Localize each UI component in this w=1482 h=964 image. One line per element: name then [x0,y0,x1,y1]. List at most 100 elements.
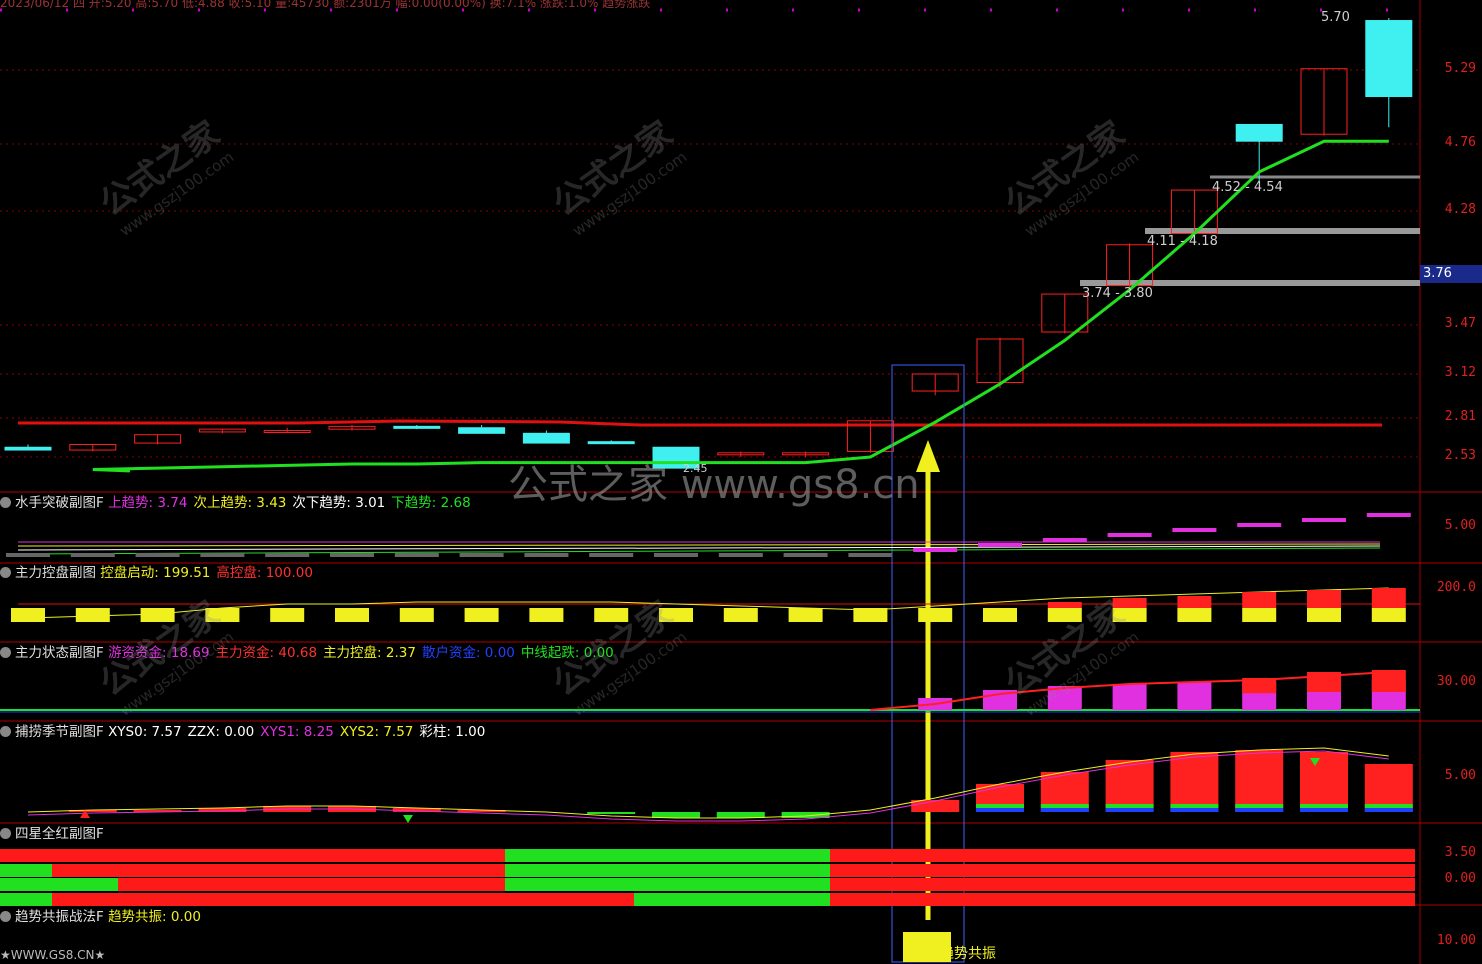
panel-name: 主力状态副图F [15,645,109,661]
season-bar-green [1364,804,1413,808]
season-bar-green [1235,804,1284,808]
p1-bar [265,553,310,557]
indicator-value: 主力控盘: 2.37 [323,645,416,661]
season-bar [587,812,636,814]
p5-tick: 3.50 [1444,845,1476,860]
info-strip: 2023/06/12 四 开:5.20 高:5.70 低:4.88 收:5.10… [0,0,651,10]
control-bar-yellow [1177,608,1212,622]
panel-toggle-icon[interactable] [0,828,11,839]
panel-toggle-icon[interactable] [0,567,11,578]
candle-body [522,432,570,444]
season-bar-green [976,804,1024,808]
p1-bar [1302,518,1346,522]
p1-bar [1366,513,1411,517]
four-star-bar [118,878,505,891]
indicator-value: ZZX: 0.00 [187,724,255,740]
control-bar-yellow [335,608,369,622]
control-bar-red [1307,590,1341,608]
control-bar-yellow [270,608,305,622]
control-bar-yellow [788,608,823,622]
control-bar-yellow [853,608,888,622]
four-star-bar [52,893,634,906]
four-star-bar [0,893,52,906]
trend-line-series [17,545,1381,551]
p1-bar [524,553,569,557]
control-bar-yellow [1371,608,1406,622]
control-bar-yellow [140,608,175,622]
indicator-value: 中线起跌: 0.00 [520,645,614,661]
control-bar-yellow [1242,608,1277,622]
p1-bar [1042,538,1087,542]
control-bar-yellow [659,608,693,622]
control-bar-yellow [594,608,629,622]
p1-bar [1237,523,1282,527]
panel-name: 四星全红副图F [15,826,104,842]
season-bar-blue [1235,808,1284,812]
candle-body [458,427,506,434]
support-zone-label: 4.52 - 4.54 [1212,180,1283,195]
panel-label-p5: 四星全红副图F [0,825,104,843]
p5-tick: 0.00 [1444,871,1476,886]
season-bar [911,800,960,812]
trend-line-series [17,543,1381,547]
control-bar-yellow [205,608,240,622]
p1-bar [978,543,1022,547]
footer-url: ★WWW.GS8.CN★ [0,948,106,962]
p1-bar [1172,528,1217,532]
control-bar-yellow [1307,608,1341,622]
indicator-value: 下趋势: 2.68 [391,495,471,511]
control-bar-yellow [918,608,953,622]
indicator-value: 次下趋势: 3.01 [292,495,386,511]
p1-bar [459,553,504,557]
high-price-label: 5.70 [1321,10,1350,25]
control-bar-red [1242,592,1277,608]
p3-tick: 30.00 [1436,674,1476,689]
control-bar-yellow [464,608,499,622]
panel-label-p3: 主力状态副图F 游资资金: 18.69 主力资金: 40.68 主力控盘: 2.37… [0,644,620,662]
support-zone-label: 3.74 - 3.80 [1082,286,1153,301]
four-star-bar [505,849,830,862]
season-bar [1170,752,1219,812]
p1-bar [6,553,50,557]
season-bar-green [1170,804,1219,808]
four-star-bar [0,878,118,891]
p1-bar [848,553,893,557]
candle-body [4,446,52,451]
price-tick: 3.47 [1444,316,1476,331]
indicator-value: XYS0: 7.57 [108,724,182,740]
panel-toggle-icon[interactable] [0,647,11,658]
price-tick: 2.81 [1444,409,1476,424]
control-bar-yellow [1047,608,1082,622]
control-bar-yellow [75,608,110,622]
season-bar-green [1105,804,1154,808]
price-tick: 4.76 [1444,135,1476,150]
sell-arrow [403,815,413,823]
p2-tick: 200.0 [1436,580,1476,595]
season-bar-green [1040,804,1089,808]
four-star-bar [830,878,1415,891]
support-zone-label: 4.11 - 4.18 [1147,234,1218,249]
control-bar-yellow [399,608,434,622]
panel-toggle-icon[interactable] [0,911,11,922]
panel-label-p6: 趋势共振战法F 趋势共振: 0.00 [0,908,207,926]
control-bar-red [1177,596,1212,608]
four-star-bar [52,864,505,877]
p1-bar [200,553,245,557]
indicator-value: 彩柱: 1.00 [419,724,486,740]
season-bar [1300,752,1348,812]
indicator-value: 趋势共振: 0.00 [108,909,201,925]
panel-name: 水手突破副图F [15,495,109,511]
p1-bar [1107,533,1152,537]
control-bar-red [1047,602,1082,608]
season-bar-blue [1105,808,1154,812]
control-bar-red [1371,588,1406,608]
panel-toggle-icon[interactable] [0,726,11,737]
panel-name: 主力控盘副图 [15,565,101,581]
indicator-value: XYS1: 8.25 [260,724,334,740]
p4-tick: 5.00 [1444,768,1476,783]
price-tick: 3.12 [1444,365,1476,380]
p6-tick: 10.00 [1436,933,1476,948]
four-star-bar [505,864,830,877]
panel-name: 捕捞季节副图F [15,724,109,740]
panel-toggle-icon[interactable] [0,497,11,508]
